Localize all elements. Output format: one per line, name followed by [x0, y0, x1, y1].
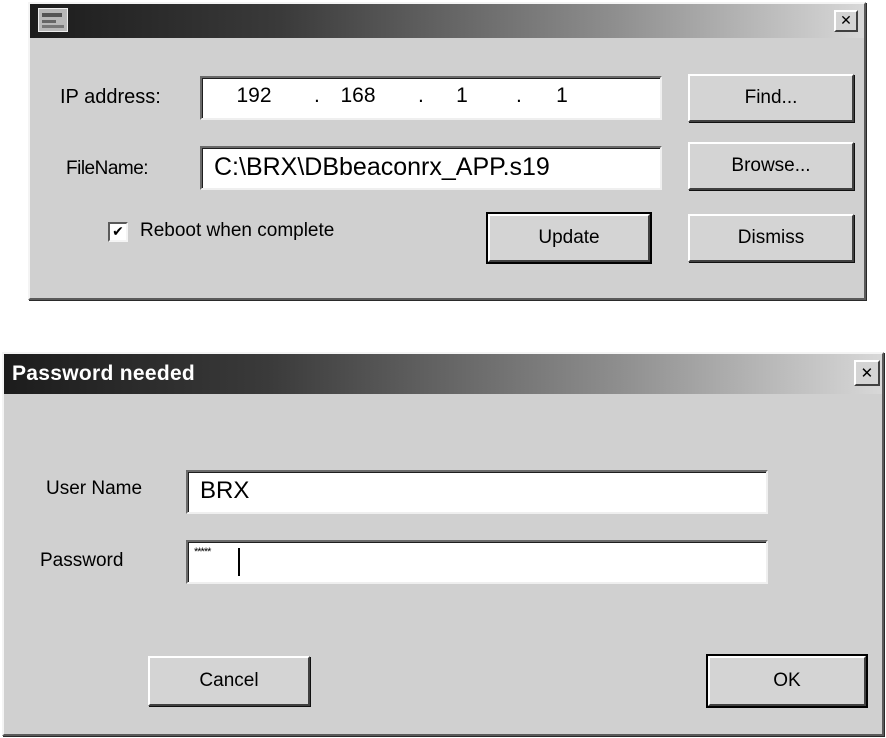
- reboot-label[interactable]: Reboot when complete: [140, 220, 334, 242]
- password-label: Password: [40, 550, 124, 571]
- cancel-button-label: Cancel: [199, 670, 259, 691]
- ip-octet-4[interactable]: 1: [532, 84, 592, 108]
- ip-octet-2[interactable]: 168: [328, 84, 388, 108]
- browse-button[interactable]: Browse...: [688, 142, 854, 190]
- reboot-checkbox[interactable]: ✔: [108, 222, 128, 242]
- ok-button[interactable]: OK: [706, 654, 868, 708]
- password-dialog-close-button[interactable]: ✕: [854, 360, 880, 386]
- password-dialog: Password needed ✕ User Name BRX Password…: [2, 352, 884, 736]
- find-button[interactable]: Find...: [688, 74, 854, 122]
- password-mask: *****: [194, 546, 211, 558]
- dismiss-button-label: Dismiss: [737, 227, 805, 248]
- dismiss-button[interactable]: Dismiss: [688, 214, 854, 262]
- ip-octet-1[interactable]: 192: [224, 84, 284, 108]
- username-label: User Name: [46, 478, 143, 499]
- password-dialog-title: Password needed: [12, 362, 196, 385]
- username-input[interactable]: BRX: [186, 470, 768, 514]
- update-dialog-titlebar[interactable]: ✕: [30, 4, 864, 38]
- filename-input[interactable]: C:\BRX\DBbeaconrx_APP.s19: [200, 146, 662, 190]
- ip-address-input[interactable]: 192 . 168 . 1 . 1: [200, 76, 662, 120]
- checkbox-check-icon: ✔: [112, 224, 124, 240]
- browse-button-label: Browse...: [731, 155, 811, 176]
- ip-separator: .: [418, 84, 424, 107]
- ip-octet-3[interactable]: 1: [432, 84, 492, 108]
- update-button[interactable]: Update: [486, 212, 652, 264]
- update-dialog-close-button[interactable]: ✕: [834, 10, 858, 32]
- close-icon: ✕: [840, 13, 852, 29]
- ip-separator: .: [314, 84, 320, 107]
- close-icon: ✕: [860, 364, 874, 382]
- ip-address-label: IP address:: [60, 86, 161, 108]
- screenshot-page: ✕ IP address: 192 . 168 . 1 . 1 Find... …: [0, 0, 886, 738]
- update-button-label: Update: [538, 227, 600, 248]
- password-input[interactable]: *****: [186, 540, 768, 584]
- app-icon: [38, 8, 68, 32]
- update-dialog: ✕ IP address: 192 . 168 . 1 . 1 Find... …: [28, 2, 866, 300]
- ip-separator: .: [516, 84, 522, 107]
- find-button-label: Find...: [744, 87, 798, 108]
- cancel-button[interactable]: Cancel: [148, 656, 310, 706]
- ok-button-label: OK: [773, 670, 801, 691]
- password-dialog-titlebar[interactable]: Password needed ✕: [4, 354, 882, 394]
- text-caret: [238, 548, 240, 576]
- filename-label: FileName:: [66, 158, 149, 179]
